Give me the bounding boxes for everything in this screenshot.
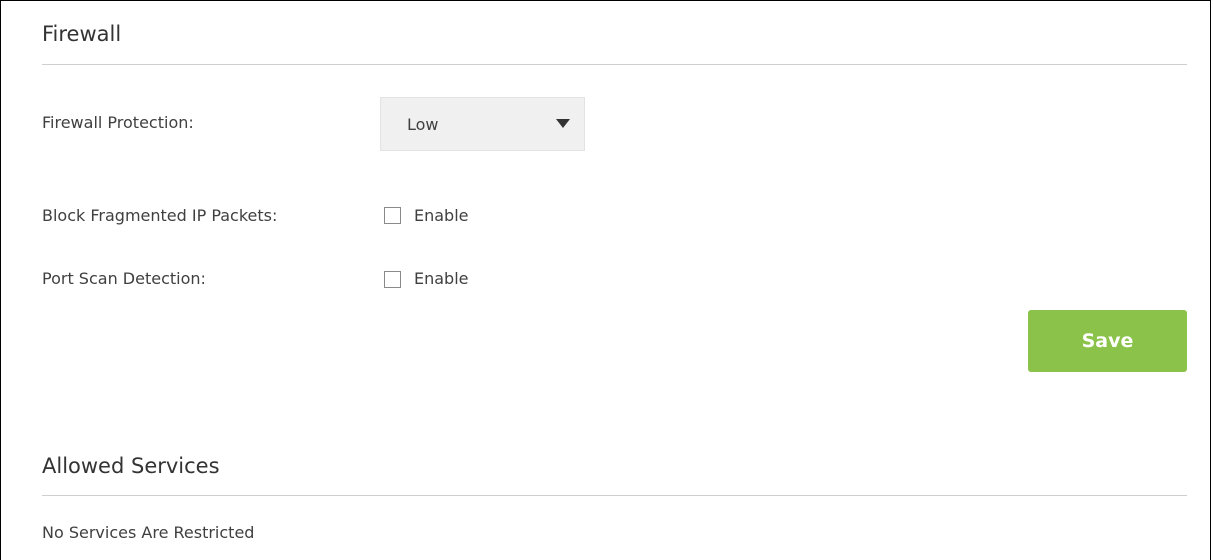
block-fragmented-label: Block Fragmented IP Packets: bbox=[42, 206, 278, 225]
allowed-services-divider bbox=[42, 495, 1187, 496]
firewall-protection-label: Firewall Protection: bbox=[42, 113, 194, 132]
firewall-divider bbox=[42, 64, 1187, 65]
panel-frame: Firewall Firewall Protection: Low Block … bbox=[0, 0, 1211, 560]
chevron-down-icon bbox=[556, 119, 570, 128]
port-scan-checkbox[interactable] bbox=[384, 271, 401, 288]
port-scan-enable-label[interactable]: Enable bbox=[414, 269, 469, 288]
block-fragmented-checkbox[interactable] bbox=[384, 207, 401, 224]
no-services-message: No Services Are Restricted bbox=[42, 523, 255, 542]
block-fragmented-enable-label[interactable]: Enable bbox=[414, 206, 469, 225]
allowed-services-title: Allowed Services bbox=[42, 454, 220, 478]
firewall-section-title: Firewall bbox=[42, 22, 122, 46]
save-button[interactable]: Save bbox=[1028, 310, 1187, 372]
firewall-protection-value: Low bbox=[407, 115, 439, 134]
firewall-protection-select[interactable]: Low bbox=[380, 97, 585, 151]
port-scan-label: Port Scan Detection: bbox=[42, 269, 206, 288]
